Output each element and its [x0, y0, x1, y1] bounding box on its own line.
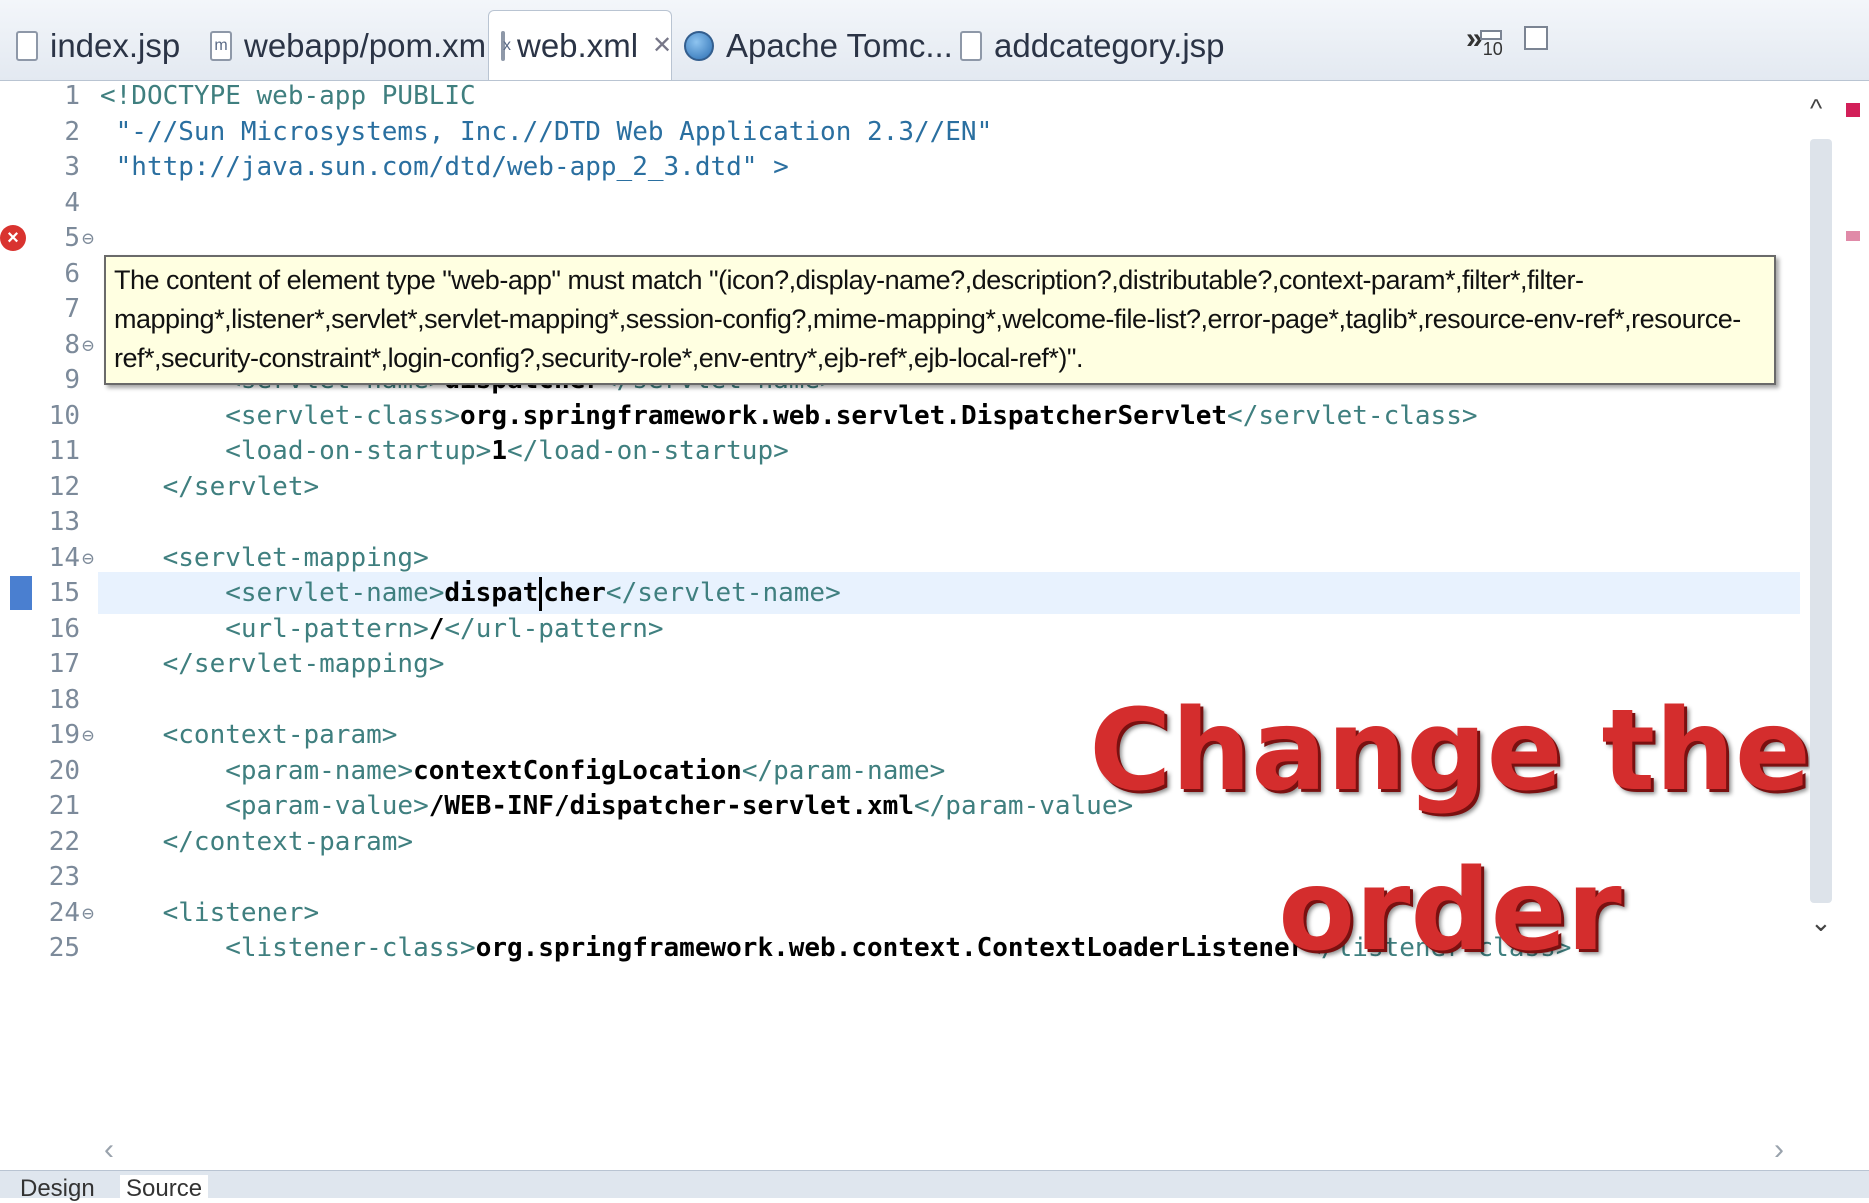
- scroll-left-icon[interactable]: ‹: [104, 1133, 114, 1167]
- editor-tab-bar: index.jsp m webapp/pom.xml x web.xml ✕ A…: [0, 0, 1869, 81]
- caption-line-1: Change the: [1089, 686, 1811, 816]
- tab-index-jsp[interactable]: index.jsp: [16, 18, 180, 74]
- current-line-marker: [10, 576, 32, 610]
- maven-pom-icon: m: [210, 31, 232, 61]
- maximize-icon[interactable]: [1524, 26, 1548, 50]
- minimize-icon[interactable]: [1480, 30, 1502, 40]
- text-caret: [539, 576, 543, 611]
- xml-file-icon: x: [501, 30, 511, 61]
- overlay-caption: Change the order: [1060, 671, 1840, 991]
- tab-source[interactable]: Source: [120, 1175, 209, 1203]
- scroll-thumb[interactable]: [1810, 139, 1832, 903]
- tab-label: index.jsp: [50, 27, 181, 64]
- overflow-count: 10: [1482, 39, 1503, 59]
- jsp-file-icon: [960, 31, 982, 61]
- tab-design[interactable]: Design: [20, 1175, 95, 1203]
- validation-error-tooltip: The content of element type "web-app" mu…: [104, 255, 1776, 385]
- scroll-up-icon[interactable]: ^: [1810, 93, 1822, 124]
- tab-webapp-pom-xml[interactable]: m webapp/pom.xml: [210, 18, 493, 74]
- horizontal-scrollbar[interactable]: ‹ ›: [96, 1133, 1796, 1173]
- tab-label: web.xml: [517, 26, 639, 64]
- error-overview-marker[interactable]: [1846, 103, 1860, 117]
- xml-source-editor[interactable]: 1 <!DOCTYPE web-app PUBLIC 2 "-//Sun Micro…: [0, 81, 1869, 1171]
- error-overview-marker[interactable]: [1846, 231, 1860, 241]
- jsp-file-icon: [16, 31, 38, 61]
- tab-overflow-button[interactable]: »10: [1466, 22, 1503, 60]
- globe-icon: [684, 31, 714, 61]
- tab-apache-tomcat[interactable]: Apache Tomc...: [684, 18, 953, 74]
- tab-label: webapp/pom.xml: [244, 27, 494, 64]
- fold-toggle-icon[interactable]: ⊖: [82, 537, 94, 579]
- overview-ruler[interactable]: [1842, 101, 1862, 1131]
- tooltip-text: The content of element type "web-app" mu…: [114, 265, 1741, 373]
- editor-mode-tabs: Design Source: [0, 1170, 1869, 1203]
- tab-label: addcategory.jsp: [994, 27, 1225, 64]
- tab-web-xml[interactable]: x web.xml ✕: [488, 10, 672, 80]
- tab-addcategory-jsp[interactable]: addcategory.jsp: [960, 18, 1225, 74]
- tab-label: Apache Tomc...: [726, 27, 953, 64]
- caption-line-2: order: [1278, 846, 1622, 976]
- scroll-down-icon[interactable]: ⌄: [1810, 907, 1832, 938]
- vertical-scrollbar[interactable]: ^ ⌄: [1808, 93, 1834, 1131]
- scroll-right-icon[interactable]: ›: [1774, 1133, 1784, 1167]
- close-icon[interactable]: ✕: [652, 31, 672, 60]
- error-marker-icon[interactable]: ×: [0, 225, 26, 251]
- line-number: 25: [48, 933, 80, 963]
